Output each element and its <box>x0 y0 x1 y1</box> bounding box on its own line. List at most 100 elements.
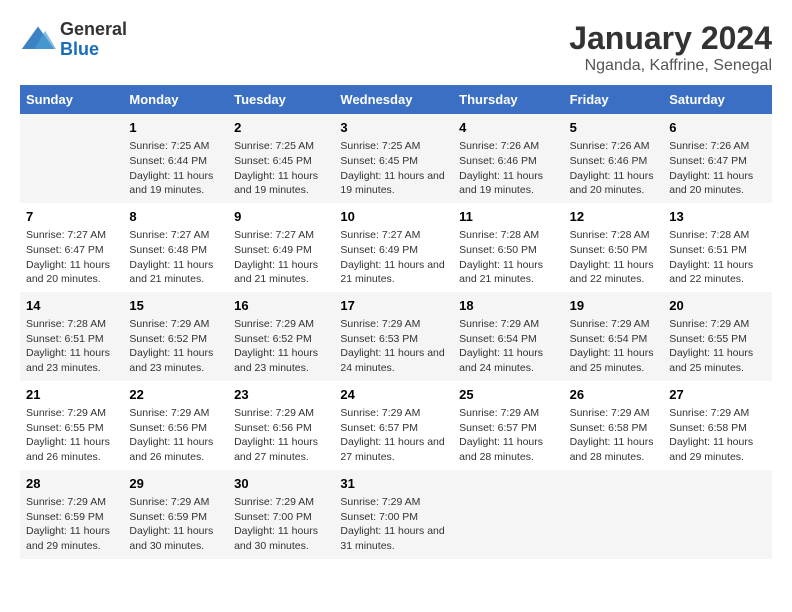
day-number: 24 <box>340 386 447 404</box>
day-info: Sunrise: 7:29 AMSunset: 6:54 PMDaylight:… <box>570 317 658 376</box>
day-number: 18 <box>459 297 557 315</box>
calendar-cell: 17 Sunrise: 7:29 AMSunset: 6:53 PMDayligh… <box>334 292 453 381</box>
calendar-cell: 31 Sunrise: 7:29 AMSunset: 7:00 PMDayligh… <box>334 470 453 559</box>
day-info: Sunrise: 7:29 AMSunset: 6:57 PMDaylight:… <box>459 406 557 465</box>
day-info: Sunrise: 7:29 AMSunset: 6:54 PMDaylight:… <box>459 317 557 376</box>
day-number: 23 <box>234 386 328 404</box>
day-number: 22 <box>129 386 222 404</box>
day-number: 26 <box>570 386 658 404</box>
header-cell-wednesday: Wednesday <box>334 85 453 114</box>
day-info: Sunrise: 7:29 AMSunset: 6:55 PMDaylight:… <box>669 317 766 376</box>
day-info: Sunrise: 7:29 AMSunset: 7:00 PMDaylight:… <box>234 495 328 554</box>
day-number: 12 <box>570 208 658 226</box>
logo-blue-text: Blue <box>60 40 127 60</box>
calendar-cell: 19 Sunrise: 7:29 AMSunset: 6:54 PMDayligh… <box>564 292 664 381</box>
calendar-cell: 20 Sunrise: 7:29 AMSunset: 6:55 PMDayligh… <box>663 292 772 381</box>
title-block: January 2024 Nganda, Kaffrine, Senegal <box>569 20 772 75</box>
day-number: 25 <box>459 386 557 404</box>
calendar-cell: 16Sunrise: 7:29 AMSunset: 6:52 PMDayligh… <box>228 292 334 381</box>
calendar-cell: 14Sunrise: 7:28 AMSunset: 6:51 PMDayligh… <box>20 292 123 381</box>
day-info: Sunrise: 7:26 AMSunset: 6:46 PMDaylight:… <box>459 139 557 198</box>
calendar-cell: 26 Sunrise: 7:29 AMSunset: 6:58 PMDayligh… <box>564 381 664 470</box>
header-row: SundayMondayTuesdayWednesdayThursdayFrid… <box>20 85 772 114</box>
calendar-cell <box>564 470 664 559</box>
header-cell-thursday: Thursday <box>453 85 563 114</box>
calendar-cell: 15 Sunrise: 7:29 AMSunset: 6:52 PMDayligh… <box>123 292 228 381</box>
day-info: Sunrise: 7:29 AMSunset: 6:59 PMDaylight:… <box>129 495 222 554</box>
calendar-cell: 13 Sunrise: 7:28 AMSunset: 6:51 PMDayligh… <box>663 203 772 292</box>
day-info: Sunrise: 7:28 AMSunset: 6:51 PMDaylight:… <box>669 228 766 287</box>
day-info: Sunrise: 7:29 AMSunset: 6:55 PMDaylight:… <box>26 406 117 465</box>
calendar-cell: 2 Sunrise: 7:25 AMSunset: 6:45 PMDaylight… <box>228 114 334 203</box>
day-info: Sunrise: 7:26 AMSunset: 6:46 PMDaylight:… <box>570 139 658 198</box>
calendar-cell: 22 Sunrise: 7:29 AMSunset: 6:56 PMDayligh… <box>123 381 228 470</box>
calendar-cell <box>453 470 563 559</box>
day-info: Sunrise: 7:29 AMSunset: 6:53 PMDaylight:… <box>340 317 447 376</box>
day-info: Sunrise: 7:25 AMSunset: 6:44 PMDaylight:… <box>129 139 222 198</box>
calendar-cell: 5 Sunrise: 7:26 AMSunset: 6:46 PMDaylight… <box>564 114 664 203</box>
calendar-cell: 18 Sunrise: 7:29 AMSunset: 6:54 PMDayligh… <box>453 292 563 381</box>
calendar-cell: 29Sunrise: 7:29 AMSunset: 6:59 PMDayligh… <box>123 470 228 559</box>
logo-text: General Blue <box>60 20 127 60</box>
day-info: Sunrise: 7:25 AMSunset: 6:45 PMDaylight:… <box>340 139 447 198</box>
day-number: 20 <box>669 297 766 315</box>
header-cell-friday: Friday <box>564 85 664 114</box>
header-cell-sunday: Sunday <box>20 85 123 114</box>
day-info: Sunrise: 7:29 AMSunset: 6:58 PMDaylight:… <box>570 406 658 465</box>
day-info: Sunrise: 7:25 AMSunset: 6:45 PMDaylight:… <box>234 139 328 198</box>
day-info: Sunrise: 7:29 AMSunset: 6:57 PMDaylight:… <box>340 406 447 465</box>
calendar-cell <box>20 114 123 203</box>
logo-icon <box>20 22 56 58</box>
day-number: 27 <box>669 386 766 404</box>
calendar-cell: 25 Sunrise: 7:29 AMSunset: 6:57 PMDayligh… <box>453 381 563 470</box>
header-cell-tuesday: Tuesday <box>228 85 334 114</box>
day-number: 28 <box>26 475 117 493</box>
calendar-cell: 11Sunrise: 7:28 AMSunset: 6:50 PMDayligh… <box>453 203 563 292</box>
day-number: 16 <box>234 297 328 315</box>
day-number: 17 <box>340 297 447 315</box>
day-number: 19 <box>570 297 658 315</box>
logo: General Blue <box>20 20 127 60</box>
calendar-cell: 6 Sunrise: 7:26 AMSunset: 6:47 PMDaylight… <box>663 114 772 203</box>
calendar-cell: 28Sunrise: 7:29 AMSunset: 6:59 PMDayligh… <box>20 470 123 559</box>
header-cell-monday: Monday <box>123 85 228 114</box>
day-number: 15 <box>129 297 222 315</box>
day-number: 5 <box>570 119 658 137</box>
day-info: Sunrise: 7:29 AMSunset: 6:52 PMDaylight:… <box>129 317 222 376</box>
day-number: 31 <box>340 475 447 493</box>
day-info: Sunrise: 7:29 AMSunset: 6:56 PMDaylight:… <box>234 406 328 465</box>
calendar-cell: 10 Sunrise: 7:27 AMSunset: 6:49 PMDayligh… <box>334 203 453 292</box>
day-info: Sunrise: 7:28 AMSunset: 6:50 PMDaylight:… <box>570 228 658 287</box>
calendar-cell: 23 Sunrise: 7:29 AMSunset: 6:56 PMDayligh… <box>228 381 334 470</box>
calendar-week-row: 28 Sunrise: 7:29 AMSunset: 6:59 PMDayligh… <box>20 470 772 559</box>
day-info: Sunrise: 7:29 AMSunset: 6:56 PMDaylight:… <box>129 406 222 465</box>
day-info: Sunrise: 7:27 AMSunset: 6:49 PMDaylight:… <box>340 228 447 287</box>
calendar-cell: 9Sunrise: 7:27 AMSunset: 6:49 PMDaylight… <box>228 203 334 292</box>
day-info: Sunrise: 7:29 AMSunset: 6:58 PMDaylight:… <box>669 406 766 465</box>
day-number: 1 <box>129 119 222 137</box>
day-number: 4 <box>459 119 557 137</box>
day-info: Sunrise: 7:29 AMSunset: 7:00 PMDaylight:… <box>340 495 447 554</box>
day-info: Sunrise: 7:26 AMSunset: 6:47 PMDaylight:… <box>669 139 766 198</box>
calendar-week-row: 21 Sunrise: 7:29 AMSunset: 6:55 PMDayligh… <box>20 381 772 470</box>
calendar-cell: 30 Sunrise: 7:29 AMSunset: 7:00 PMDayligh… <box>228 470 334 559</box>
day-info: Sunrise: 7:28 AMSunset: 6:51 PMDaylight:… <box>26 317 117 376</box>
calendar-cell: 27 Sunrise: 7:29 AMSunset: 6:58 PMDayligh… <box>663 381 772 470</box>
day-number: 7 <box>26 208 117 226</box>
day-number: 30 <box>234 475 328 493</box>
day-number: 9 <box>234 208 328 226</box>
calendar-cell: 4 Sunrise: 7:26 AMSunset: 6:46 PMDaylight… <box>453 114 563 203</box>
calendar-cell: 1 Sunrise: 7:25 AMSunset: 6:44 PMDaylight… <box>123 114 228 203</box>
day-number: 2 <box>234 119 328 137</box>
day-number: 3 <box>340 119 447 137</box>
day-info: Sunrise: 7:28 AMSunset: 6:50 PMDaylight:… <box>459 228 557 287</box>
day-number: 10 <box>340 208 447 226</box>
day-number: 21 <box>26 386 117 404</box>
day-number: 6 <box>669 119 766 137</box>
day-number: 13 <box>669 208 766 226</box>
calendar-cell: 7Sunrise: 7:27 AMSunset: 6:47 PMDaylight… <box>20 203 123 292</box>
day-info: Sunrise: 7:27 AMSunset: 6:48 PMDaylight:… <box>129 228 222 287</box>
calendar-cell: 24 Sunrise: 7:29 AMSunset: 6:57 PMDayligh… <box>334 381 453 470</box>
calendar-cell: 3 Sunrise: 7:25 AMSunset: 6:45 PMDaylight… <box>334 114 453 203</box>
calendar-week-row: 14Sunrise: 7:28 AMSunset: 6:51 PMDayligh… <box>20 292 772 381</box>
